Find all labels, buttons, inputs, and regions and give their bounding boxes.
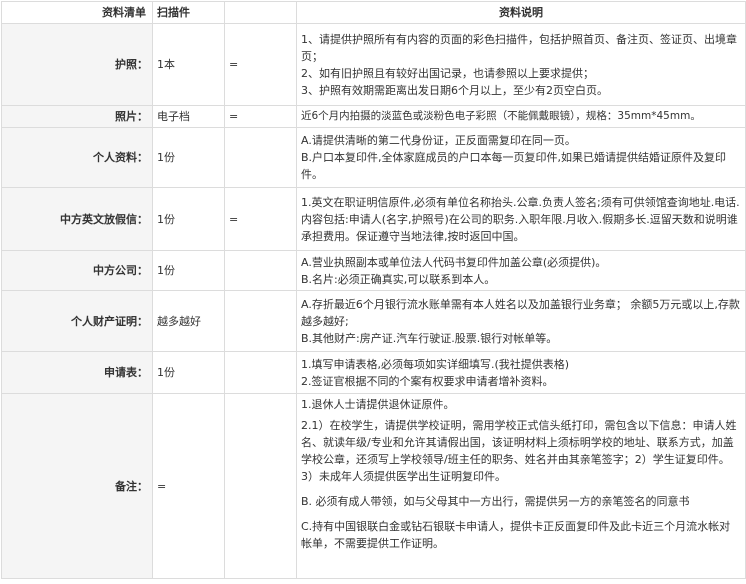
row-scan: 1份 bbox=[152, 187, 225, 251]
row-label: 申请表： bbox=[1, 351, 153, 394]
table-row: 护照： 1本 = 1、请提供护照所有有内容的页面的彩色扫描件，包括护照首页、备注… bbox=[1, 23, 746, 106]
row-label: 中方公司： bbox=[1, 250, 153, 291]
row-description: A.营业执照副本或单位法人代码书复印件加盖公章(必须提供)。 B.名片:必须正确… bbox=[296, 250, 746, 291]
row-scan: 1本 bbox=[152, 23, 225, 106]
table-header-row: 资料清单 扫描件 资料说明 bbox=[1, 1, 746, 24]
row-label: 个人财产证明： bbox=[1, 290, 153, 352]
row-blank: = bbox=[224, 187, 297, 251]
desc-line: C.持有中国银联白金或钻石银联卡申请人，提供卡正反面复印件及此卡近三个月流水帐对… bbox=[301, 520, 731, 550]
row-label: 照片： bbox=[1, 105, 153, 128]
header-document-list: 资料清单 bbox=[1, 1, 153, 24]
table-row: 申请表： 1份 1.填写申请表格,必须每项如实详细填写.(我社提供表格) 2.签… bbox=[1, 351, 746, 394]
row-scan: = bbox=[152, 393, 225, 579]
row-scan: 1份 bbox=[152, 351, 225, 394]
row-label: 备注： bbox=[1, 393, 153, 579]
header-description: 资料说明 bbox=[296, 1, 746, 24]
desc-line: 2.签证官根据不同的个案有权要求申请者增补资料。 bbox=[301, 374, 554, 388]
row-description: A.存折最近6个月银行流水账单需有本人姓名以及加盖银行业务章； 余额5万元或以上… bbox=[296, 290, 746, 352]
desc-line: 1、请提供护照所有有内容的页面的彩色扫描件，包括护照首页、备注页、签证页、出境章… bbox=[301, 32, 737, 63]
desc-line: B.户口本复印件,全体家庭成员的户口本每一页复印件,如果已婚请提供结婚证原件及复… bbox=[301, 151, 727, 181]
row-blank: = bbox=[224, 23, 297, 106]
table-row: 个人财产证明： 越多越好 A.存折最近6个月银行流水账单需有本人姓名以及加盖银行… bbox=[1, 290, 746, 352]
row-blank bbox=[224, 250, 297, 291]
desc-line: A.请提供清晰的第二代身份证，正反面需复印在同一页。 bbox=[301, 134, 576, 147]
row-scan: 越多越好 bbox=[152, 290, 225, 352]
header-scan: 扫描件 bbox=[152, 1, 225, 24]
desc-line: 3、护照有效期需距离出发日期6个月以上，至少有2页空白页。 bbox=[301, 83, 608, 97]
desc-line: B. 必须有成人带领，如与父母其中一方出行，需提供另一方的亲笔签名的同意书 bbox=[301, 495, 690, 508]
table-row: 照片： 电子档 = 近6个月内拍摄的淡蓝色或淡粉色电子彩照（不能佩戴眼镜），规格… bbox=[1, 105, 746, 128]
desc-line: 1.英文在职证明信原件,必须有单位名称抬头.公章.负责人签名;须有可供领馆查询地… bbox=[301, 195, 740, 243]
table-row: 中方英文放假信： 1份 = 1.英文在职证明信原件,必须有单位名称抬头.公章.负… bbox=[1, 187, 746, 251]
row-scan: 1份 bbox=[152, 250, 225, 291]
row-blank: = bbox=[224, 105, 297, 128]
table-row: 备注： = 1.退休人士请提供退休证原件。 2.1）在校学生，请提供学校证明，需… bbox=[1, 393, 746, 579]
row-description: 1.退休人士请提供退休证原件。 2.1）在校学生，请提供学校证明，需用学校正式信… bbox=[296, 393, 746, 579]
desc-line: 近6个月内拍摄的淡蓝色或淡粉色电子彩照（不能佩戴眼镜），规格：35mm*45mm… bbox=[301, 110, 701, 122]
desc-line: 1.填写申请表格,必须每项如实详细填写.(我社提供表格) bbox=[301, 357, 570, 371]
row-description: A.请提供清晰的第二代身份证，正反面需复印在同一页。 B.户口本复印件,全体家庭… bbox=[296, 127, 746, 188]
row-blank bbox=[224, 351, 297, 394]
row-blank bbox=[224, 290, 297, 352]
row-label: 个人资料： bbox=[1, 127, 153, 188]
desc-line: 2.1）在校学生，请提供学校证明，需用学校正式信头纸打印，需包含以下信息：申请人… bbox=[301, 419, 737, 483]
row-scan: 电子档 bbox=[152, 105, 225, 128]
desc-line: 1.退休人士请提供退休证原件。 bbox=[301, 398, 455, 411]
row-blank bbox=[224, 127, 297, 188]
desc-line: B.其他财产:房产证.汽车行驶证.股票.银行对帐单等。 bbox=[301, 331, 558, 345]
table-row: 中方公司： 1份 A.营业执照副本或单位法人代码书复印件加盖公章(必须提供)。 … bbox=[1, 250, 746, 291]
row-label: 护照： bbox=[1, 23, 153, 106]
desc-line: A.存折最近6个月银行流水账单需有本人姓名以及加盖银行业务章； 余额5万元或以上… bbox=[301, 297, 740, 328]
desc-line: 2、如有旧护照且有较好出国记录，也请参照以上要求提供； bbox=[301, 66, 594, 80]
row-blank bbox=[224, 393, 297, 579]
desc-line: B.名片:必须正确真实,可以联系到本人。 bbox=[301, 272, 496, 286]
desc-line: A.营业执照副本或单位法人代码书复印件加盖公章(必须提供)。 bbox=[301, 255, 607, 269]
header-blank bbox=[224, 1, 297, 24]
table-row: 个人资料： 1份 A.请提供清晰的第二代身份证，正反面需复印在同一页。 B.户口… bbox=[1, 127, 746, 188]
row-scan: 1份 bbox=[152, 127, 225, 188]
row-description: 1.填写申请表格,必须每项如实详细填写.(我社提供表格) 2.签证官根据不同的个… bbox=[296, 351, 746, 394]
document-checklist-table: 资料清单 扫描件 资料说明 护照： 1本 = 1、请提供护照所有有内容的页面的彩… bbox=[1, 1, 746, 579]
row-label: 中方英文放假信： bbox=[1, 187, 153, 251]
row-description: 1、请提供护照所有有内容的页面的彩色扫描件，包括护照首页、备注页、签证页、出境章… bbox=[296, 23, 746, 106]
row-description: 近6个月内拍摄的淡蓝色或淡粉色电子彩照（不能佩戴眼镜），规格：35mm*45mm… bbox=[296, 105, 746, 128]
row-description: 1.英文在职证明信原件,必须有单位名称抬头.公章.负责人签名;须有可供领馆查询地… bbox=[296, 187, 746, 251]
